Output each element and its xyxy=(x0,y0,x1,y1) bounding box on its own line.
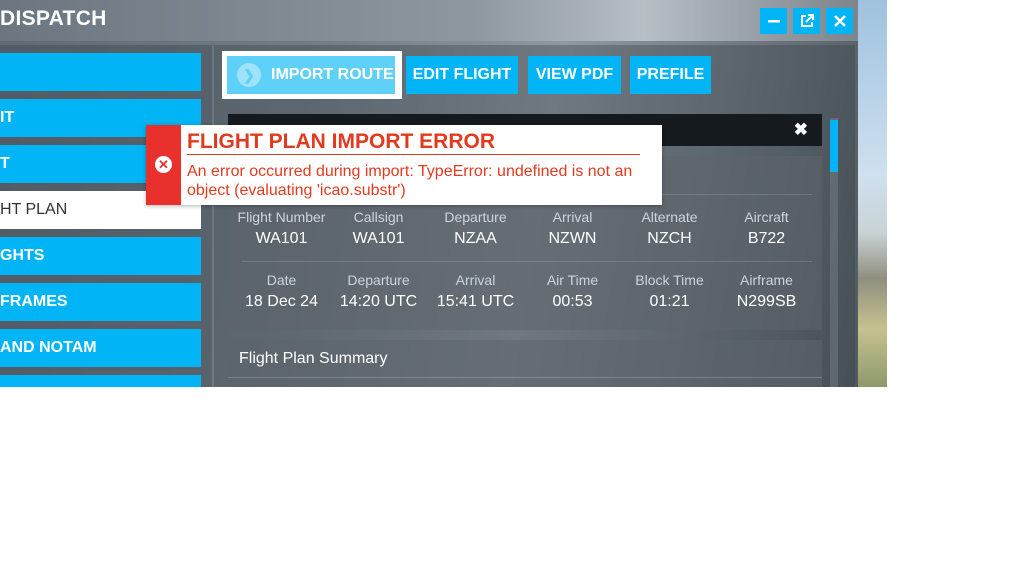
view-pdf-label: VIEW PDF xyxy=(535,66,614,83)
field-value: 15:41 UTC xyxy=(436,293,515,310)
field-value: B722 xyxy=(747,230,786,247)
departure-field: Departure NZAA xyxy=(427,209,524,248)
import-route-label: IMPORT ROUTE xyxy=(271,66,394,83)
view-pdf-button[interactable]: VIEW PDF xyxy=(528,56,621,94)
arrival-field: Arrival NZWN xyxy=(524,209,621,248)
close-icon xyxy=(833,15,846,27)
divider xyxy=(228,377,822,378)
error-notification: ✕ FLIGHT PLAN IMPORT ERROR An error occu… xyxy=(146,125,662,205)
sidebar-item-label: FRAMES xyxy=(0,293,68,310)
air-time-field: Air Time 00:53 xyxy=(524,272,621,311)
field-label: Date xyxy=(266,272,297,288)
import-route-focus-ring: ❯ IMPORT ROUTE xyxy=(222,51,402,99)
field-label: Departure xyxy=(347,272,410,288)
sidebar-item-flights[interactable]: GHTS xyxy=(0,237,201,275)
aircraft-field: Aircraft B722 xyxy=(718,209,815,248)
minimize-button[interactable] xyxy=(760,8,787,34)
date-field: Date 18 Dec 24 xyxy=(233,272,330,311)
edit-flight-label: EDIT FLIGHT xyxy=(412,66,512,83)
sidebar-item-airframes[interactable]: FRAMES xyxy=(0,283,201,321)
field-label: Arrival xyxy=(552,209,593,225)
section-title: Flight Plan Summary xyxy=(239,350,388,367)
scrollbar-thumb[interactable] xyxy=(830,120,838,172)
sidebar-item-label: HT PLAN xyxy=(0,201,68,218)
sidebar-item-label: IT xyxy=(0,109,15,126)
airframe-field: Airframe N299SB xyxy=(718,272,815,311)
minimize-icon xyxy=(767,20,780,23)
error-message: An error occurred during import: TypeErr… xyxy=(187,163,633,199)
field-value: 01:21 xyxy=(649,293,690,310)
popout-button[interactable] xyxy=(793,8,820,34)
import-route-button[interactable]: ❯ IMPORT ROUTE xyxy=(227,56,395,94)
sidebar-item-label: AND NOTAM xyxy=(0,339,97,356)
divider xyxy=(187,154,640,155)
field-label: Flight Number xyxy=(237,209,326,225)
chevron-right-icon: ❯ xyxy=(237,63,261,87)
sidebar-item-notam[interactable]: AND NOTAM xyxy=(0,329,201,367)
field-label: Air Time xyxy=(546,272,599,288)
prefile-button[interactable]: PREFILE xyxy=(630,56,711,94)
title-bar: DISPATCH xyxy=(0,0,858,41)
departure-time-field: Departure 14:20 UTC xyxy=(330,272,427,311)
background-scenery xyxy=(858,0,887,387)
field-value: WA101 xyxy=(255,230,308,247)
sidebar-item-0[interactable] xyxy=(0,53,201,91)
field-label: Departure xyxy=(444,209,507,225)
divider xyxy=(242,261,812,262)
field-label: Block Time xyxy=(635,272,704,288)
sidebar-item-label: T xyxy=(0,155,10,172)
sidebar-item-7[interactable] xyxy=(0,375,201,387)
prefile-label: PREFILE xyxy=(636,66,705,83)
field-value: NZAA xyxy=(454,230,497,247)
field-value: NZCH xyxy=(647,230,692,247)
field-label: Arrival xyxy=(455,272,496,288)
field-label: Aircraft xyxy=(744,209,789,225)
error-icon: ✕ xyxy=(155,156,172,173)
arrival-time-field: Arrival 15:41 UTC xyxy=(427,272,524,311)
field-label: Alternate xyxy=(641,209,698,225)
field-value: WA101 xyxy=(352,230,405,247)
flight-plan-summary-section[interactable]: Flight Plan Summary xyxy=(228,340,822,387)
sidebar-item-label: GHTS xyxy=(0,247,45,264)
error-stripe: ✕ xyxy=(146,125,181,205)
field-label: Airframe xyxy=(740,272,793,288)
error-title: FLIGHT PLAN IMPORT ERROR xyxy=(187,130,495,153)
field-label: Callsign xyxy=(353,209,404,225)
field-value: 18 Dec 24 xyxy=(245,293,318,310)
edit-flight-button[interactable]: EDIT FLIGHT xyxy=(406,56,518,94)
close-button[interactable] xyxy=(826,8,853,34)
callsign-field: Callsign WA101 xyxy=(330,209,427,248)
dispatch-window: DISPATCH IT T HT PLAN GHTS FRAMES AND NO… xyxy=(0,0,887,387)
close-icon[interactable]: ✖ xyxy=(794,120,808,140)
popout-icon xyxy=(800,14,814,27)
field-value: NZWN xyxy=(548,230,597,247)
flight-number-field: Flight Number WA101 xyxy=(233,209,330,248)
field-value: 14:20 UTC xyxy=(339,293,418,310)
alternate-field: Alternate NZCH xyxy=(621,209,718,248)
field-value: 00:53 xyxy=(552,293,593,310)
block-time-field: Block Time 01:21 xyxy=(621,272,718,311)
field-value: N299SB xyxy=(736,293,797,310)
window-title: DISPATCH xyxy=(0,7,107,30)
